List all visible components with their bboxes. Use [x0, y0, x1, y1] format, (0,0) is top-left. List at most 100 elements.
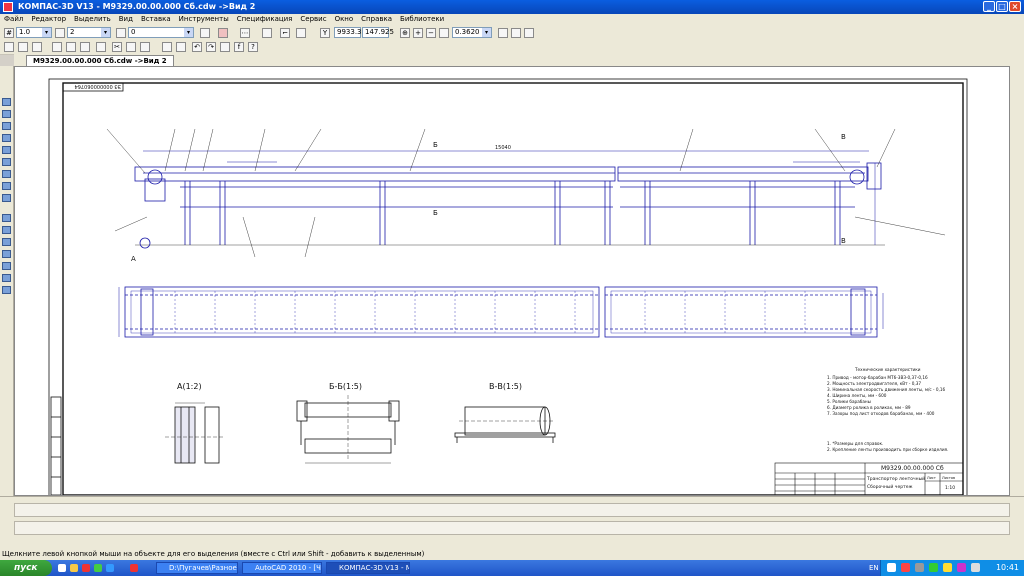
menu-tools[interactable]: Инструменты — [175, 14, 233, 23]
print-icon[interactable] — [52, 42, 62, 52]
library-icon[interactable] — [176, 42, 186, 52]
menu-editor[interactable]: Редактор — [27, 14, 70, 23]
step-combo[interactable]: 1.0 ▾ — [16, 27, 52, 38]
spline-tool-icon[interactable] — [2, 286, 11, 294]
drawing-canvas[interactable]: Э3 000000060764 15040 Б Б В В А А(1:2) Б… — [14, 66, 1010, 496]
variables-icon[interactable] — [220, 42, 230, 52]
zoom-out-icon[interactable]: − — [426, 28, 436, 38]
minimize-button[interactable]: _ — [983, 1, 995, 12]
circle-tool-icon[interactable] — [2, 238, 11, 246]
redo-icon[interactable]: ↷ — [206, 42, 216, 52]
dimension-tool-icon[interactable] — [2, 122, 11, 130]
snap-grid-icon[interactable]: # — [4, 28, 14, 38]
quicklaunch-app-icon[interactable] — [82, 564, 90, 572]
properties-field-bottom[interactable] — [14, 521, 1010, 535]
menu-specification[interactable]: Спецификация — [233, 14, 297, 23]
menu-select[interactable]: Выделить — [70, 14, 115, 23]
undo-icon[interactable]: ↶ — [192, 42, 202, 52]
taskbar: пуск D:\Пугачев\Разное\... AutoCAD 2010 … — [0, 560, 1024, 576]
spec-tool-icon[interactable] — [2, 194, 11, 202]
task-autocad[interactable]: AutoCAD 2010 - [Черт... — [242, 562, 322, 574]
menu-file[interactable]: Файл — [0, 14, 27, 23]
new-document-icon[interactable] — [4, 42, 14, 52]
zoom-in-icon[interactable]: + — [413, 28, 423, 38]
ortho-icon[interactable]: ⌐ — [280, 28, 290, 38]
tray-app-icon[interactable] — [929, 563, 938, 572]
start-button[interactable]: пуск — [0, 560, 52, 576]
properties-panel — [0, 496, 1024, 549]
quicklaunch-app2-icon[interactable] — [94, 564, 102, 572]
zoom-all-icon[interactable] — [439, 28, 449, 38]
tray-app2-icon[interactable] — [943, 563, 952, 572]
hatch-tool-icon[interactable] — [2, 274, 11, 282]
close-button[interactable]: × — [1009, 1, 1021, 12]
menu-insert[interactable]: Вставка — [137, 14, 175, 23]
point-tool-icon[interactable] — [2, 214, 11, 222]
pan-icon[interactable] — [498, 28, 508, 38]
quicklaunch-folder-icon[interactable] — [70, 564, 78, 572]
menu-view[interactable]: Вид — [115, 14, 137, 23]
layer-icon[interactable] — [55, 28, 65, 38]
tray-network-icon[interactable] — [887, 563, 896, 572]
title-block-text: М9329.00.00.000 Сб Транспортер ленточный… — [866, 465, 955, 491]
save-icon[interactable] — [32, 42, 42, 52]
function-icon[interactable]: f — [234, 42, 244, 52]
tray-app4-icon[interactable] — [971, 563, 980, 572]
coord-x-field[interactable]: 9933.32 — [334, 27, 366, 38]
refresh-icon[interactable] — [511, 28, 521, 38]
polyline-tool-icon[interactable] — [2, 262, 11, 270]
properties-field-top[interactable] — [14, 503, 1010, 517]
menu-window[interactable]: Окно — [331, 14, 358, 23]
measure-tool-icon[interactable] — [2, 170, 11, 178]
help-pointer-icon[interactable]: ? — [248, 42, 258, 52]
detail-a-title: А(1:2) — [177, 382, 202, 391]
line-tool-icon[interactable] — [2, 226, 11, 234]
view-combo[interactable]: 0 ▾ — [128, 27, 194, 38]
clock[interactable]: 10:41 — [996, 560, 1019, 576]
menu-libraries[interactable]: Библиотеки — [396, 14, 448, 23]
menu-help[interactable]: Справка — [357, 14, 396, 23]
state-icon[interactable] — [200, 28, 210, 38]
geometry-tool-icon[interactable] — [2, 98, 11, 106]
parametric-tool-icon[interactable] — [2, 158, 11, 166]
open-icon[interactable] — [18, 42, 28, 52]
language-indicator[interactable]: EN — [869, 560, 879, 576]
preview-icon[interactable] — [66, 42, 76, 52]
zoom-combo[interactable]: 0.3620 ▾ — [452, 27, 492, 38]
quicklaunch-app3-icon[interactable] — [106, 564, 114, 572]
arc-tool-icon[interactable] — [2, 250, 11, 258]
zoom-previous-icon[interactable] — [524, 28, 534, 38]
color-icon[interactable] — [218, 28, 228, 38]
edit-tool-icon[interactable] — [2, 146, 11, 154]
grid-icon[interactable]: ⋯ — [240, 28, 250, 38]
vertical-scrollbar[interactable] — [1010, 54, 1024, 496]
coord-y-field[interactable]: 147.925 — [362, 27, 394, 38]
layer-combo[interactable]: 2 ▾ — [67, 27, 111, 38]
notation-tool-icon[interactable] — [2, 134, 11, 142]
tray-volume-icon[interactable] — [915, 563, 924, 572]
task-explorer[interactable]: D:\Пугачев\Разное\... — [156, 562, 238, 574]
local-cs-icon[interactable] — [262, 28, 272, 38]
manager-icon[interactable] — [96, 42, 106, 52]
brush-icon[interactable] — [162, 42, 172, 52]
task-kompas[interactable]: КОМПАС-3D V13 - М... — [326, 562, 410, 574]
copy-icon[interactable] — [126, 42, 136, 52]
quicklaunch-app4-icon[interactable] — [130, 564, 138, 572]
select-tool-icon[interactable] — [2, 110, 11, 118]
menu-service[interactable]: Сервис — [296, 14, 330, 23]
sheet-label: Лист — [927, 476, 936, 480]
quicklaunch-ie-icon[interactable] — [58, 564, 66, 572]
paste-icon[interactable] — [140, 42, 150, 52]
cut-icon[interactable]: ✂ — [112, 42, 122, 52]
tray-antivirus-icon[interactable] — [901, 563, 910, 572]
snap-icon[interactable] — [296, 28, 306, 38]
section-b-mark-bottom: Б — [433, 209, 438, 217]
section-v-mark-top: В — [841, 133, 846, 141]
view-icon[interactable] — [116, 28, 126, 38]
tray-app3-icon[interactable] — [957, 563, 966, 572]
zoom-window-icon[interactable]: ⊕ — [400, 28, 410, 38]
properties-icon[interactable] — [80, 42, 90, 52]
toolbar-standard: ✂ ↶ ↷ f ? — [0, 40, 1024, 55]
maximize-button[interactable]: □ — [996, 1, 1008, 12]
selection-tool-icon[interactable] — [2, 182, 11, 190]
